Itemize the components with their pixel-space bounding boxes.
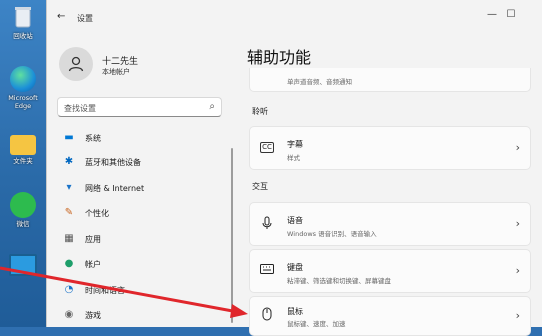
sidebar-item-label: 系统 [85, 134, 101, 143]
globe-icon: ◔ [64, 284, 74, 295]
setting-card-title: 键盘 [287, 263, 303, 272]
account-icon: ● [64, 258, 74, 269]
sidebar-item-label: 帐户 [85, 260, 101, 269]
keyboard-icon [260, 264, 274, 277]
sidebar-item-time-language[interactable]: ◔ 时间和语言 [55, 280, 225, 302]
title-bar: ← 设置 — ☐ [47, 0, 542, 30]
chevron-right-icon: › [515, 217, 520, 230]
sidebar-item-label: 蓝牙和其他设备 [85, 158, 141, 167]
system-icon: ▬ [64, 132, 74, 143]
section-heading-hearing: 聆听 [252, 107, 268, 116]
desktop-icon-edge[interactable]: Microsoft Edge [2, 66, 44, 110]
apps-icon: ▦ [64, 233, 74, 244]
sidebar-item-label: 网络 & Internet [85, 184, 145, 193]
sidebar-item-label: 个性化 [85, 209, 109, 218]
desktop-icon-label: 微信 [16, 220, 30, 228]
search-icon: ⌕ [209, 101, 215, 112]
folder-icon [10, 135, 36, 155]
mouse-icon [260, 307, 274, 324]
avatar[interactable] [59, 47, 93, 81]
sidebar-item-gaming[interactable]: ◉ 游戏 [55, 305, 225, 327]
wifi-icon: ▾ [66, 182, 72, 193]
page-title: 辅助功能 [247, 48, 312, 67]
profile-account-type: 本地帐户 [102, 68, 130, 76]
setting-card-mouse[interactable]: 鼠标 鼠标键、速度、加速 › [249, 296, 531, 336]
sidebar-item-network[interactable]: ▾ 网络 & Internet [55, 178, 225, 200]
sidebar-item-label: 时间和语言 [85, 286, 125, 295]
sidebar-scrollbar[interactable] [231, 148, 233, 323]
minimize-button[interactable]: — [484, 9, 500, 20]
desktop-strip: 回收站 Microsoft Edge 文件夹 微信 [0, 0, 46, 327]
setting-card-title: 鼠标 [287, 307, 303, 316]
setting-card-keyboard[interactable]: 键盘 粘滞键、筛选键和切换键、屏幕键盘 › [249, 249, 531, 293]
maximize-button[interactable]: ☐ [503, 9, 519, 20]
setting-card-subtitle: 单声道音频、音频通知 [287, 78, 352, 86]
setting-card-audio[interactable]: 单声道音频、音频通知 [249, 68, 531, 92]
captions-icon: CC [260, 142, 274, 153]
desktop-icon-label: Microsoft Edge [8, 94, 38, 110]
setting-card-title: 语音 [287, 216, 303, 225]
desktop-icon-wechat[interactable]: 微信 [2, 192, 44, 228]
sidebar-item-label: 应用 [85, 235, 101, 244]
brush-icon: ✎ [64, 207, 74, 218]
gamepad-icon: ◉ [64, 309, 74, 320]
bluetooth-icon: ✱ [64, 156, 74, 167]
user-icon [68, 56, 84, 72]
sidebar-item-personalization[interactable]: ✎ 个性化 [55, 203, 225, 225]
setting-card-captions[interactable]: CC 字幕 样式 › [249, 126, 531, 170]
search-placeholder: 查找设置 [64, 104, 96, 113]
window-title: 设置 [77, 14, 93, 23]
wechat-icon [10, 192, 36, 218]
setting-card-subtitle: 样式 [287, 154, 300, 162]
recycle-bin-icon [10, 4, 36, 30]
desktop-icon-monitor[interactable] [2, 254, 44, 278]
back-button[interactable]: ← [57, 11, 65, 22]
setting-card-speech[interactable]: 语音 Windows 语音识别、语音输入 › [249, 202, 531, 246]
sidebar-item-accounts[interactable]: ● 帐户 [55, 254, 225, 276]
sidebar-item-bluetooth[interactable]: ✱ 蓝牙和其他设备 [55, 152, 225, 174]
profile-name: 十二先生 [102, 57, 139, 67]
chevron-right-icon: › [515, 264, 520, 277]
monitor-icon [9, 254, 37, 276]
sidebar-item-label: 游戏 [85, 311, 101, 320]
sidebar-item-apps[interactable]: ▦ 应用 [55, 229, 225, 251]
settings-window: ← 设置 — ☐ 十二先生 本地帐户 查找设置 ⌕ ▬ 系统 ✱ 蓝牙和其他设备… [46, 0, 542, 336]
desktop-icon-recycle-bin[interactable]: 回收站 [2, 4, 44, 40]
microphone-icon [260, 216, 274, 233]
chevron-right-icon: › [515, 309, 520, 322]
edge-icon [10, 66, 36, 92]
setting-card-subtitle: 粘滞键、筛选键和切换键、屏幕键盘 [287, 277, 391, 285]
setting-card-subtitle: Windows 语音识别、语音输入 [287, 230, 377, 238]
chevron-right-icon: › [515, 141, 520, 154]
search-input[interactable]: 查找设置 ⌕ [57, 97, 222, 117]
desktop-icon-label: 回收站 [13, 32, 33, 40]
desktop-icon-label: 文件夹 [13, 157, 33, 165]
setting-card-title: 字幕 [287, 140, 303, 149]
desktop-icon-folder[interactable]: 文件夹 [2, 132, 44, 165]
section-heading-interaction: 交互 [252, 182, 268, 191]
sidebar-item-system[interactable]: ▬ 系统 [55, 128, 225, 150]
